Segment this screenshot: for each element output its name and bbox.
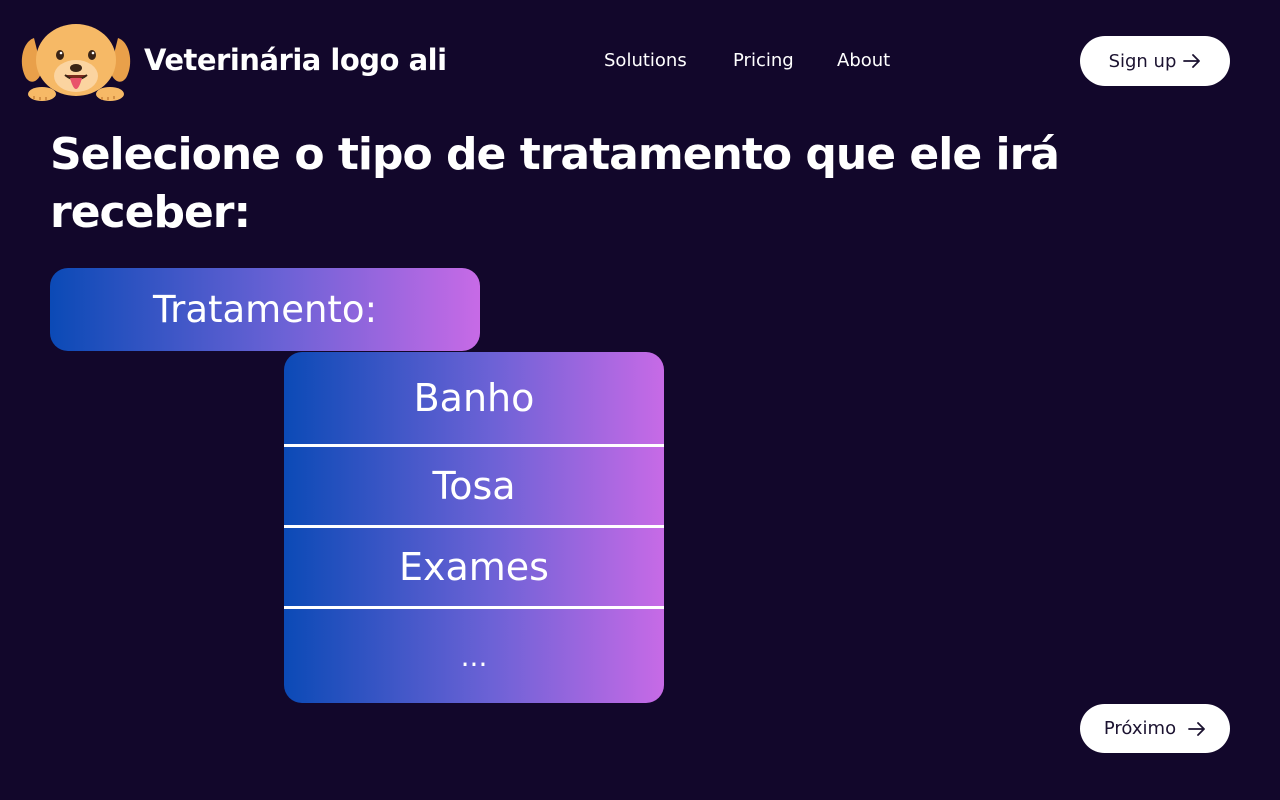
next-button-label: Próximo — [1103, 718, 1177, 739]
brand-name: Veterinária logo ali — [144, 43, 447, 77]
puppy-logo-icon — [21, 24, 131, 101]
signup-button[interactable]: Sign up — [1080, 36, 1230, 86]
signup-button-label: Sign up — [1108, 50, 1177, 72]
nav-link-about[interactable]: About — [837, 49, 890, 73]
treatment-options-list: Banho Tosa Exames ... — [284, 352, 664, 703]
page: Veterinária logo ali Solutions Pricing A… — [0, 0, 1280, 800]
option-tosa[interactable]: Tosa — [284, 447, 664, 525]
option-banho[interactable]: Banho — [284, 352, 664, 444]
option-more[interactable]: ... — [284, 609, 664, 703]
arrow-right-icon — [1183, 54, 1201, 68]
option-exames[interactable]: Exames — [284, 528, 664, 606]
arrow-right-icon — [1188, 721, 1205, 736]
nav-link-solutions[interactable]: Solutions — [604, 49, 687, 73]
treatment-select-label: Tratamento: — [50, 268, 480, 351]
nav-link-pricing[interactable]: Pricing — [733, 49, 794, 73]
page-title: Selecione o tipo de tratamento que ele i… — [50, 129, 1060, 238]
next-button[interactable]: Próximo — [1080, 704, 1230, 753]
